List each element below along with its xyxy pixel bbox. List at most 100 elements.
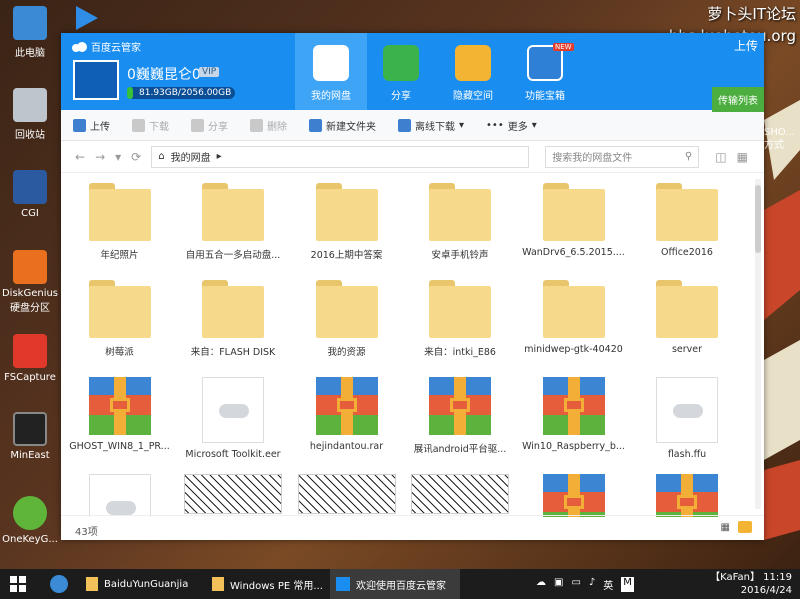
scrollbar-thumb[interactable] [755,185,761,253]
folder-item[interactable]: 我的资源 [290,280,403,358]
taskbar-task-2[interactable]: Windows PE 常用... [206,569,323,599]
upload-button[interactable]: 上传 [73,118,110,133]
folder-item[interactable]: 安卓手机铃声 [404,183,517,261]
volume-icon: ♪ [588,577,596,588]
upload-header-link[interactable]: 上传 [734,37,758,54]
folder-item[interactable]: server [631,280,744,355]
file-item[interactable] [290,474,403,517]
desktop-icon-fscapture[interactable]: FSCapture [0,334,60,383]
document-icon [88,474,151,517]
image-thumbnail [411,474,509,514]
share-button[interactable]: 分享 [191,118,228,133]
upload-arrow-icon[interactable] [738,521,752,533]
windows-start-icon[interactable] [10,576,26,592]
offline-download-button[interactable]: 离线下载 ▾ [398,118,464,133]
file-item[interactable] [404,474,517,517]
file-name: 来自：intki_E86 [424,347,496,358]
desktop-icon-recycle-bin[interactable]: 回收站 [0,88,60,141]
status-bar: 43项 ▦ [61,515,764,540]
app-brand: 百度云管家 [71,39,141,54]
system-tray-icons[interactable]: ☁ ▣ ▭ ♪ 英 M [536,577,634,592]
file-name: flash.ffu [667,449,707,460]
desktop-side-text: SHO... 方式 [764,127,795,151]
forward-arrow-icon[interactable]: → [95,150,105,164]
refresh-icon[interactable]: ⟳ [131,150,141,164]
breadcrumb[interactable]: ⌂ 我的网盘 ▸ [151,145,530,168]
search-input[interactable]: 搜索我的网盘文件 ⚲ [545,145,700,168]
desktop-icon-onekeyghost[interactable]: OneKeyG... [0,496,60,545]
file-name: WanDrv6_6.5.2015.... [522,247,625,258]
new-folder-button[interactable]: 新建文件夹 [309,118,376,133]
media-player-icon[interactable] [72,4,100,32]
username[interactable]: 0巍巍昆仑0 [127,64,201,84]
battery-icon: ▭ [571,577,581,588]
offline-download-icon [398,118,411,132]
desktop-icon-diskgenius[interactable]: DiskGenius 硬盘分区 [0,250,60,314]
file-item[interactable]: flash.ffu [631,377,744,460]
grid-view-icon[interactable]: ▦ [721,522,730,533]
file-item[interactable] [63,474,176,517]
file-item[interactable]: Win10_Raspberry_b... [517,377,630,452]
file-item[interactable]: hejindantou.rar [290,377,403,452]
tab-hidden-space[interactable]: 隐藏空间 [437,33,509,110]
view-toggle-icon[interactable]: ◫ [715,150,726,164]
file-item[interactable]: 展讯android平台驱... [404,377,517,455]
file-item[interactable] [177,474,290,517]
folder-icon [542,183,605,241]
folder-icon [86,577,98,591]
file-item[interactable] [631,474,744,517]
tab-share[interactable]: 分享 [365,33,437,110]
download-button[interactable]: 下载 [132,118,169,133]
grid-view-icon[interactable]: ▦ [737,150,748,164]
file-name: 树莓派 [105,347,134,358]
more-button[interactable]: ••• 更多 ▾ [486,118,537,133]
tab-toolbox[interactable]: 功能宝箱 NEW [509,33,581,110]
file-name: Win10_Raspberry_b... [522,441,625,452]
file-item[interactable] [517,474,630,517]
taskbar-browser[interactable] [44,569,68,599]
folder-item[interactable]: 自用五合一多启动盘... [177,183,290,261]
desktop-icon-cgi[interactable]: CGI [0,170,60,219]
monitor-icon [13,412,47,446]
file-item[interactable]: Microsoft Toolkit.eer [177,377,290,460]
tab-my-disk[interactable]: 我的网盘 [295,33,367,110]
taskbar-task-3[interactable]: 欢迎使用百度云管家 [330,569,460,599]
trash-icon [250,118,263,132]
folder-item[interactable]: 年纪照片 [63,183,176,261]
document-icon [202,377,264,443]
scrollbar[interactable] [755,179,761,509]
vip-badge[interactable]: VIP [199,67,220,77]
transfer-list-button[interactable]: 传输列表 [712,87,764,112]
folder-item[interactable]: 2016上期中答案 [290,183,403,261]
upload-icon [73,118,86,132]
folder-item[interactable]: 来自：FLASH DISK [177,280,290,358]
folder-item[interactable]: 来自：intki_E86 [404,280,517,358]
file-name: Microsoft Toolkit.eer [185,449,281,460]
chevron-down-icon[interactable]: ▾ [115,150,121,164]
share-small-icon [191,118,204,132]
folder-icon [212,577,224,591]
folder-item[interactable]: 树莓派 [63,280,176,358]
file-name: Office2016 [661,247,713,258]
address-bar: ← → ▾ ⟳ ⌂ 我的网盘 ▸ 搜索我的网盘文件 ⚲ ◫ ▦ [61,141,764,173]
archive-icon [542,377,605,435]
taskbar-task-1[interactable]: BaiduYunGuanjia [80,569,188,599]
back-arrow-icon[interactable]: ← [75,150,85,164]
baidu-cloud-logo-icon [72,41,87,52]
clock[interactable]: 【KaFan】 11:19 2016/4/24 [710,571,792,597]
home-icon: ⌂ [158,151,165,162]
avatar[interactable] [73,60,119,100]
cloud-tray-icon: ☁ [536,577,546,588]
desktop-icon-this-pc[interactable]: 此电脑 [0,6,60,59]
file-name: server [671,344,703,355]
desktop-icon-mineast[interactable]: MinEast [0,412,60,461]
folder-icon [656,183,718,241]
folder-item[interactable]: minidwep-gtk-40420 [517,280,630,355]
cgi-icon [13,170,47,204]
folder-item[interactable]: WanDrv6_6.5.2015.... [517,183,630,258]
folder-item[interactable]: Office2016 [631,183,744,258]
file-item[interactable]: GHOST_WIN8_1_PR... [63,377,176,452]
globe-icon [50,575,68,593]
folder-icon [429,183,491,241]
delete-button[interactable]: 删除 [250,118,287,133]
